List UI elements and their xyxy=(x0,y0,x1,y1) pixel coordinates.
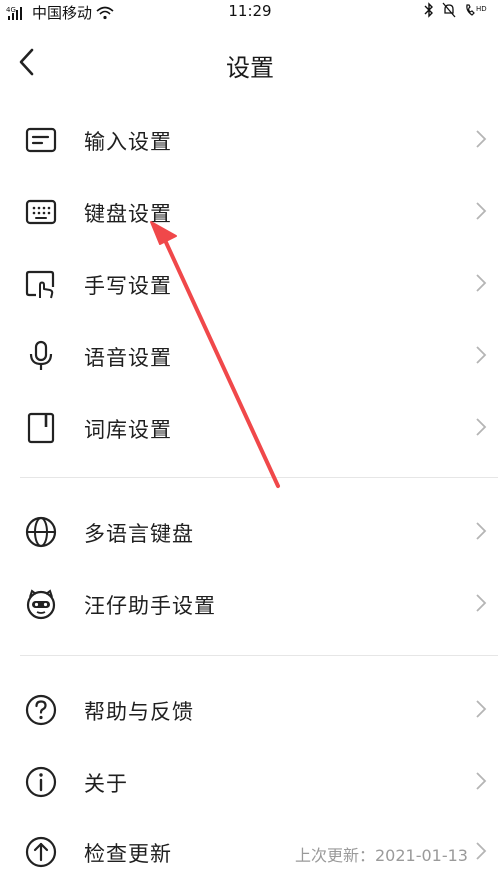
settings-item-about[interactable]: 关于 xyxy=(0,746,500,818)
last-update-text: 上次更新：2021-01-13 xyxy=(295,846,468,865)
page-title: 设置 xyxy=(226,54,274,82)
settings-item-voice[interactable]: 语音设置 xyxy=(0,320,500,392)
handwriting-icon xyxy=(25,270,55,299)
chevron-right-icon xyxy=(476,202,487,220)
status-bar: 4G 中国移动 11:29 HD xyxy=(0,0,500,24)
microphone-icon xyxy=(29,340,53,370)
nav-bar: 设置 xyxy=(0,30,500,96)
settings-item-label: 键盘设置 xyxy=(84,202,172,226)
settings-item-label: 输入设置 xyxy=(84,130,172,154)
hd-call-icon: HD xyxy=(466,4,487,16)
section-divider xyxy=(20,655,498,656)
chevron-right-icon xyxy=(476,418,487,436)
settings-item-assistant[interactable]: 汪仔助手设置 xyxy=(0,568,500,640)
settings-item-keyboard[interactable]: 键盘设置 xyxy=(0,176,500,248)
hd-label: HD xyxy=(476,5,487,13)
settings-item-label: 词库设置 xyxy=(84,418,172,442)
assistant-mascot-icon xyxy=(26,589,56,620)
settings-item-multilingual[interactable]: 多语言键盘 xyxy=(0,496,500,568)
settings-item-handwriting[interactable]: 手写设置 xyxy=(0,248,500,320)
keyboard-icon xyxy=(25,199,57,225)
info-icon xyxy=(25,766,57,798)
settings-item-label: 帮助与反馈 xyxy=(84,700,194,724)
chevron-right-icon xyxy=(476,700,487,718)
settings-item-label: 检查更新 xyxy=(84,842,172,866)
bluetooth-icon xyxy=(424,2,433,18)
settings-item-label: 手写设置 xyxy=(84,274,172,298)
settings-item-help[interactable]: 帮助与反馈 xyxy=(0,674,500,746)
status-right: HD xyxy=(424,2,490,18)
chevron-right-icon xyxy=(476,594,487,612)
settings-item-input[interactable]: 输入设置 xyxy=(0,104,500,176)
help-icon xyxy=(25,694,57,726)
chevron-right-icon xyxy=(476,522,487,540)
chevron-right-icon xyxy=(476,274,487,292)
settings-item-label: 多语言键盘 xyxy=(84,522,194,546)
mute-bell-icon xyxy=(442,2,456,18)
chevron-right-icon xyxy=(476,130,487,148)
input-box-icon xyxy=(25,127,57,153)
settings-item-label: 语音设置 xyxy=(84,346,172,370)
update-icon xyxy=(25,836,57,868)
section-divider xyxy=(20,477,498,478)
settings-item-check-update[interactable]: 检查更新 上次更新：2021-01-13 xyxy=(0,816,500,888)
settings-item-label: 汪仔助手设置 xyxy=(84,594,216,618)
globe-icon xyxy=(25,516,57,548)
dictionary-icon xyxy=(27,412,55,444)
settings-item-dictionary[interactable]: 词库设置 xyxy=(0,392,500,464)
chevron-right-icon xyxy=(476,346,487,364)
settings-item-label: 关于 xyxy=(84,772,128,796)
chevron-right-icon xyxy=(476,842,487,860)
chevron-right-icon xyxy=(476,772,487,790)
